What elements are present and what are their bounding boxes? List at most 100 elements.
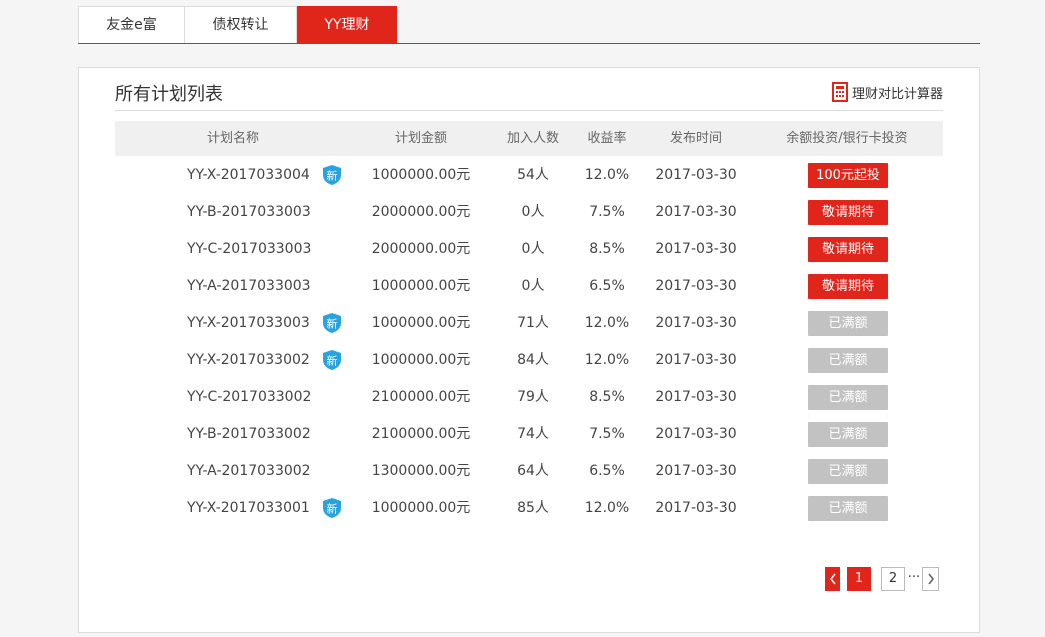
publish-date: 2017-03-30: [655, 167, 737, 183]
plan-name[interactable]: YY-A-2017033002: [187, 453, 311, 490]
plan-amount: 1000000.00元: [371, 315, 471, 331]
new-badge-icon: 新: [323, 165, 341, 185]
yield-rate: 12.0%: [584, 167, 630, 183]
page-title: 所有计划列表: [115, 84, 223, 105]
plan-amount: 1000000.00元: [371, 352, 471, 368]
invest-button[interactable]: 已满额: [808, 496, 888, 521]
invest-button[interactable]: 已满额: [808, 311, 888, 336]
calculator-label: 理财对比计算器: [851, 86, 943, 102]
publish-date: 2017-03-30: [655, 426, 737, 442]
members-count: 84人: [517, 352, 549, 368]
yield-rate: 12.0%: [584, 315, 630, 331]
plan-name[interactable]: YY-C-2017033002: [187, 379, 311, 416]
invest-button[interactable]: 敬请期待: [808, 237, 888, 262]
members-count: 74人: [517, 426, 549, 442]
page-1-button[interactable]: 1: [847, 567, 871, 591]
table-body: YY-X-2017033004 新 1000000.00元 54人 12.0% 2017-…: [115, 157, 943, 527]
members-count: 64人: [517, 463, 549, 479]
tab-youjin-efu[interactable]: 友金e富: [78, 6, 185, 43]
header-plan-amount: 计划金额: [394, 131, 447, 146]
yield-rate: 6.5%: [589, 463, 625, 479]
plan-amount: 2000000.00元: [371, 204, 471, 220]
svg-text:新: 新: [327, 317, 338, 331]
publish-date: 2017-03-30: [655, 500, 737, 516]
plan-name[interactable]: YY-X-2017033001: [187, 490, 310, 527]
invest-button[interactable]: 敬请期待: [808, 274, 888, 299]
invest-button[interactable]: 100元起投: [808, 163, 888, 188]
header-invest-method: 余额投资/银行卡投资: [786, 131, 908, 146]
prev-page-button[interactable]: [825, 567, 840, 591]
publish-date: 2017-03-30: [655, 463, 737, 479]
plan-name[interactable]: YY-B-2017033002: [187, 416, 311, 453]
table-row: YY-X-2017033002 新 1000000.00元 84人 12.0% 2017-…: [115, 342, 943, 379]
new-badge-icon: 新: [323, 313, 341, 333]
plan-amount: 1000000.00元: [371, 500, 471, 516]
header-members: 加入人数: [506, 131, 559, 146]
publish-date: 2017-03-30: [655, 389, 737, 405]
plan-name[interactable]: YY-C-2017033003: [187, 231, 311, 268]
new-badge-icon: 新: [323, 498, 341, 518]
page-ellipsis: ···: [907, 570, 921, 585]
members-count: 0人: [521, 204, 545, 220]
page-2-button[interactable]: 2: [881, 567, 905, 591]
plan-name[interactable]: YY-X-2017033004: [187, 157, 310, 194]
table-row: YY-B-2017033002 2100000.00元 74人 7.5% 2017-03…: [115, 416, 943, 453]
plan-amount: 2000000.00元: [371, 241, 471, 257]
tab-bar: 友金e富 债权转让 YY理财: [78, 6, 980, 44]
plan-amount: 1000000.00元: [371, 167, 471, 183]
invest-button[interactable]: 敬请期待: [808, 200, 888, 225]
header-publish-date: 发布时间: [669, 131, 722, 146]
invest-button[interactable]: 已满额: [808, 385, 888, 410]
table-row: YY-C-2017033002 2100000.00元 79人 8.5% 2017-03…: [115, 379, 943, 416]
publish-date: 2017-03-30: [655, 278, 737, 294]
members-count: 79人: [517, 389, 549, 405]
yield-rate: 6.5%: [589, 278, 625, 294]
tab-debt-transfer[interactable]: 债权转让: [184, 6, 297, 43]
yield-rate: 12.0%: [584, 500, 630, 516]
yield-rate: 7.5%: [589, 426, 625, 442]
table-row: YY-B-2017033003 2000000.00元 0人 7.5% 2017-03-…: [115, 194, 943, 231]
plan-name[interactable]: YY-X-2017033002: [187, 342, 310, 379]
yield-rate: 12.0%: [584, 352, 630, 368]
plan-amount: 2100000.00元: [371, 426, 471, 442]
plan-amount: 1300000.00元: [371, 463, 471, 479]
chevron-left-icon: [829, 573, 836, 585]
svg-text:新: 新: [327, 354, 338, 368]
header-plan-name: 计划名称: [206, 131, 259, 146]
svg-text:新: 新: [327, 169, 338, 183]
table-header: 计划名称 计划金额 加入人数 收益率 发布时间 余额投资/银行卡投资: [115, 121, 943, 156]
members-count: 85人: [517, 500, 549, 516]
yield-rate: 7.5%: [589, 204, 625, 220]
chevron-right-icon: [927, 573, 934, 585]
members-count: 71人: [517, 315, 549, 331]
tab-yy-licai[interactable]: YY理财: [297, 6, 397, 43]
invest-button[interactable]: 已满额: [808, 422, 888, 447]
publish-date: 2017-03-30: [655, 241, 737, 257]
calculator-icon: [831, 82, 848, 102]
plan-name[interactable]: YY-A-2017033003: [187, 268, 311, 305]
header-rate: 收益率: [587, 131, 627, 146]
table-row: YY-A-2017033002 1300000.00元 64人 6.5% 2017-03…: [115, 453, 943, 490]
invest-button[interactable]: 已满额: [808, 459, 888, 484]
table-row: YY-A-2017033003 1000000.00元 0人 6.5% 2017-03-…: [115, 268, 943, 305]
table-row: YY-X-2017033004 新 1000000.00元 54人 12.0% 2017-…: [115, 157, 943, 194]
table-row: YY-X-2017033003 新 1000000.00元 71人 12.0% 2017-…: [115, 305, 943, 342]
members-count: 54人: [517, 167, 549, 183]
divider: [115, 110, 943, 111]
publish-date: 2017-03-30: [655, 204, 737, 220]
plan-name[interactable]: YY-B-2017033003: [187, 194, 311, 231]
publish-date: 2017-03-30: [655, 352, 737, 368]
invest-button[interactable]: 已满额: [808, 348, 888, 373]
members-count: 0人: [521, 278, 545, 294]
svg-text:新: 新: [327, 502, 338, 516]
members-count: 0人: [521, 241, 545, 257]
table-row: YY-X-2017033001 新 1000000.00元 85人 12.0% 2017-…: [115, 490, 943, 527]
new-badge-icon: 新: [323, 350, 341, 370]
plan-list-panel: 所有计划列表 理财对比计算器 计划名称 计划金额 加入人数 收益率 发布时间 余…: [78, 67, 980, 633]
plan-amount: 2100000.00元: [371, 389, 471, 405]
plan-amount: 1000000.00元: [371, 278, 471, 294]
next-page-button[interactable]: [922, 567, 939, 591]
plan-name[interactable]: YY-X-2017033003: [187, 305, 310, 342]
calculator-link[interactable]: 理财对比计算器: [831, 80, 943, 104]
yield-rate: 8.5%: [589, 389, 625, 405]
